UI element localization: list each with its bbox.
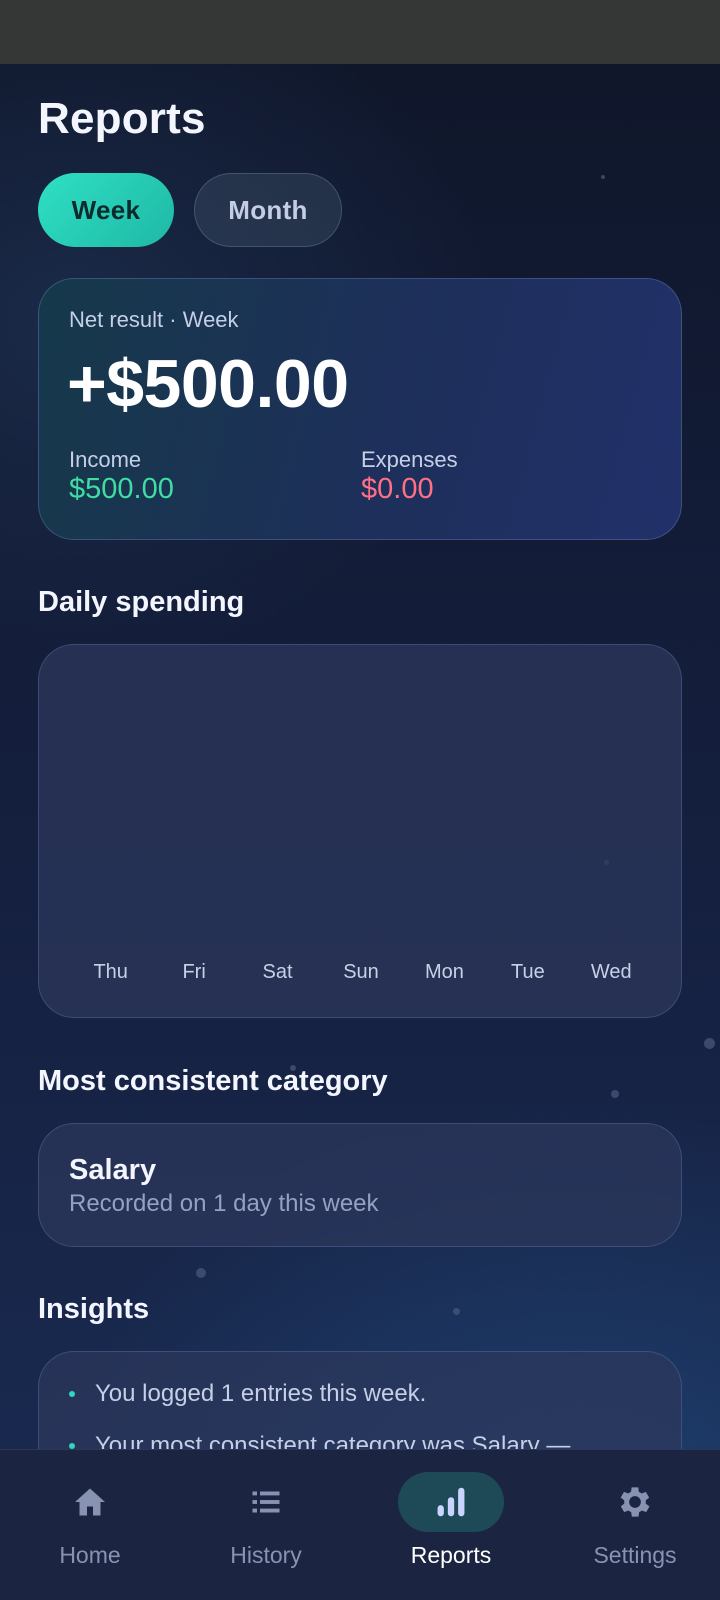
net-result-label: Net result · Week <box>69 307 239 332</box>
week-tab[interactable]: Week <box>38 173 174 247</box>
nav-reports[interactable]: Reports <box>361 1450 541 1600</box>
nav-history[interactable]: History <box>176 1450 356 1600</box>
nav-icon-container <box>398 1472 504 1532</box>
page-title: Reports <box>38 94 206 143</box>
day-label: Sat <box>262 961 293 983</box>
daily-spending-chart: Thu Fri Sat Sun Mon Tue Wed <box>38 644 682 1018</box>
nav-label: Reports <box>410 1542 492 1568</box>
home-icon <box>75 1488 105 1516</box>
gear-icon <box>620 1487 650 1517</box>
nav-icon-container <box>37 1472 143 1532</box>
day-label: Wed <box>590 961 632 983</box>
day-label: Thu <box>93 961 128 983</box>
status-bar <box>0 0 720 64</box>
day-label: Mon <box>424 961 464 983</box>
category-description: Recorded on 1 day this week <box>69 1190 379 1217</box>
day-label: Sun <box>343 961 379 983</box>
bar-chart-icon <box>437 1487 465 1517</box>
insight-text: You logged 1 entries this week. <box>95 1380 427 1407</box>
background-dot <box>196 1268 206 1278</box>
background-dot <box>453 1308 460 1315</box>
nav-home[interactable]: Home <box>0 1450 180 1600</box>
day-label: Fri <box>182 961 206 983</box>
nav-settings[interactable]: Settings <box>545 1450 720 1600</box>
income-value: $500.00 <box>69 473 174 505</box>
day-axis: Thu Fri Sat Sun Mon Tue Wed <box>69 961 651 991</box>
consistent-category-title: Most consistent category <box>38 1065 388 1097</box>
background-dot <box>704 1038 715 1049</box>
list-icon <box>252 1491 280 1513</box>
bullet-icon <box>69 1391 75 1397</box>
net-result-value: +$500.00 <box>67 346 349 422</box>
expenses-label: Expenses <box>361 447 458 472</box>
expenses-value: $0.00 <box>361 473 434 505</box>
nav-label: Settings <box>593 1542 677 1568</box>
net-result-card: Net result · Week +$500.00 Income $500.0… <box>38 278 682 540</box>
nav-label: Home <box>59 1542 121 1568</box>
insight-item: You logged 1 entries this week. <box>69 1380 426 1408</box>
income-label: Income <box>69 447 142 472</box>
daily-spending-title: Daily spending <box>38 586 245 618</box>
background-dot <box>611 1090 619 1098</box>
day-label: Tue <box>510 961 545 983</box>
month-tab[interactable]: Month <box>194 173 342 247</box>
period-toggle: Week Month <box>38 173 342 247</box>
category-name: Salary <box>69 1154 157 1186</box>
nav-icon-container <box>582 1472 688 1532</box>
background-dot <box>601 175 605 179</box>
bottom-navigation: Home History Reports Settings <box>0 1449 720 1600</box>
nav-label: History <box>230 1542 302 1568</box>
nav-icon-container <box>213 1472 319 1532</box>
consistent-category-card: Salary Recorded on 1 day this week <box>38 1123 682 1247</box>
insights-title: Insights <box>38 1293 150 1325</box>
